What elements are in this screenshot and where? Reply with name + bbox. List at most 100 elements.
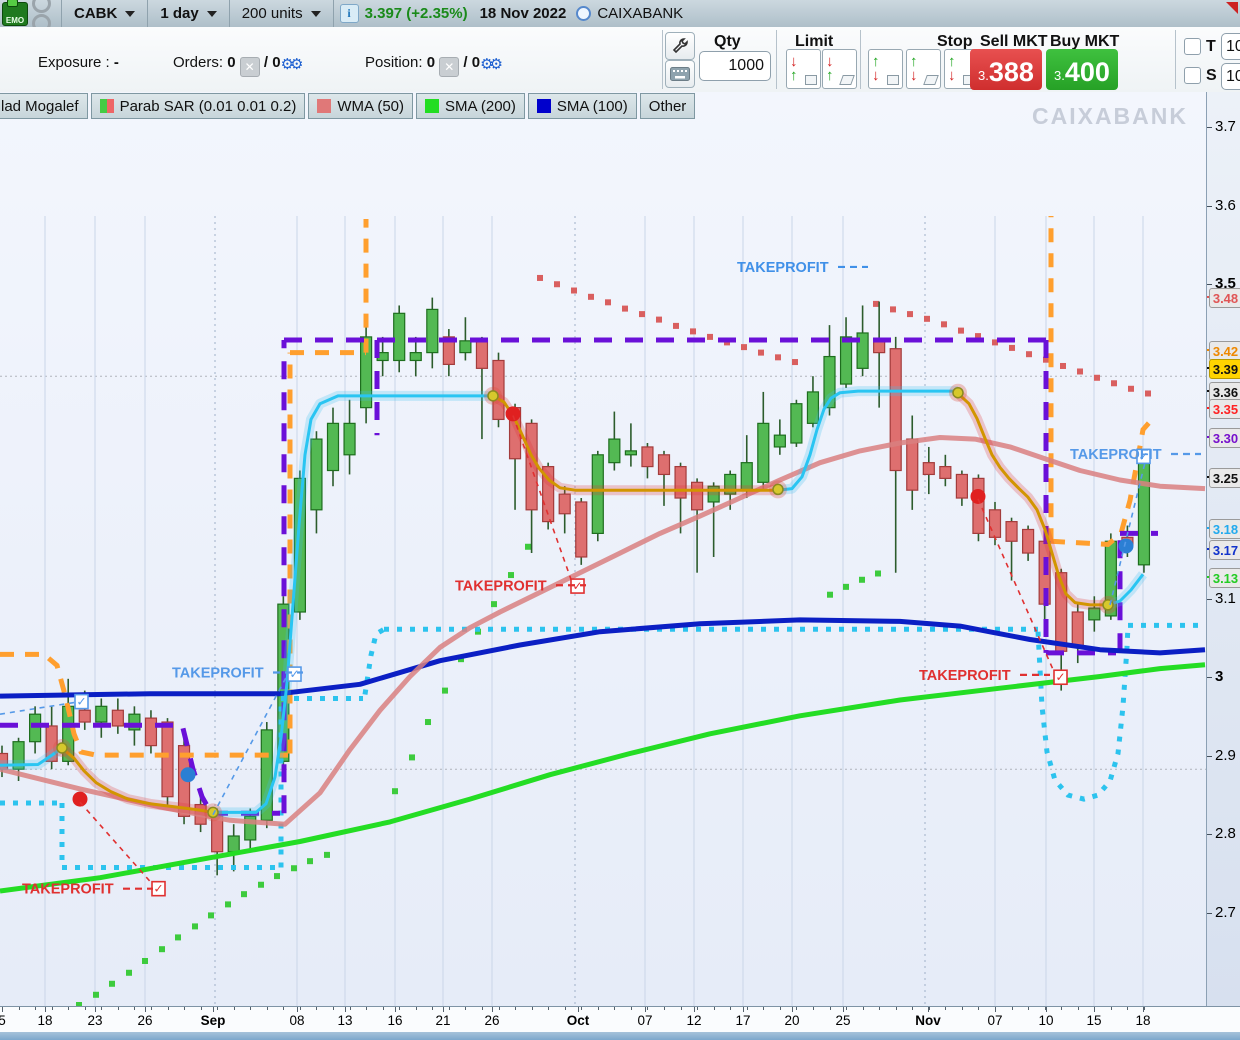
- indicator-value-tag: 3.42: [1209, 341, 1240, 361]
- date-minor-tick: [84, 1007, 86, 1010]
- date-minor-tick: [614, 1007, 616, 1010]
- price-tick: [1207, 677, 1212, 679]
- position-settings-icon[interactable]: ⚙⚙: [480, 56, 503, 73]
- date-label: 18: [1135, 1013, 1151, 1028]
- date-label: 26: [137, 1013, 153, 1028]
- timeframe-dropdown[interactable]: 1 day: [154, 5, 222, 22]
- date-axis[interactable]: 5 18 23 26 Sep 08 13 16 21 26 Oct 07 12 17 20 25 Nov 07 10…: [0, 1006, 1240, 1033]
- detach-icon[interactable]: [1226, 2, 1238, 14]
- takeprofit-label: TAKEPROFIT: [737, 260, 829, 276]
- t-input[interactable]: 10: [1221, 33, 1240, 60]
- date-minor-tick: [283, 1007, 285, 1010]
- date-minor-tick: [829, 1007, 831, 1010]
- manual-order-button[interactable]: [665, 60, 695, 88]
- orders-settings-icon[interactable]: ⚙⚙: [281, 56, 304, 73]
- date-minor-tick: [1127, 1007, 1129, 1010]
- price-tick: [1207, 284, 1212, 286]
- date-minor-tick: [399, 1007, 401, 1010]
- date-minor-tick: [415, 1007, 417, 1010]
- stoploss-checkbox[interactable]: [1184, 67, 1201, 84]
- order-settings-button[interactable]: [665, 32, 695, 60]
- date-label: 17: [735, 1013, 751, 1028]
- date-minor-tick: [862, 1007, 864, 1010]
- price-tick-label: 3.6: [1215, 196, 1236, 214]
- watermark: CAIXABANK: [1032, 103, 1188, 129]
- indicator-value-tag: 3.30: [1209, 428, 1240, 448]
- sell-mkt-button[interactable]: 3. 388: [970, 49, 1042, 90]
- date-minor-tick: [366, 1007, 368, 1010]
- legend-sma100[interactable]: SMA (100): [527, 93, 637, 119]
- indicator-legend: lad Mogalef Parab SAR (0.01 0.01 0.2) WM…: [0, 93, 696, 119]
- price-tick: [1207, 913, 1212, 914]
- date-minor-tick: [680, 1007, 682, 1010]
- date-tick: [792, 1007, 793, 1012]
- legend-tab-mogalef[interactable]: lad Mogalef: [0, 93, 88, 119]
- takeprofit-label: TAKEPROFIT: [22, 882, 114, 898]
- date-minor-tick: [895, 1007, 897, 1010]
- legend-parab-sar[interactable]: Parab SAR (0.01 0.01 0.2): [90, 93, 306, 119]
- date-minor-tick: [51, 1007, 53, 1010]
- info-icon[interactable]: i: [339, 4, 359, 23]
- price-tick-label: 3: [1215, 668, 1224, 686]
- date-minor-tick: [1077, 1007, 1079, 1010]
- t-label: T: [1206, 38, 1216, 55]
- date-minor-tick: [498, 1007, 500, 1010]
- date-minor-tick: [581, 1007, 583, 1010]
- window-bottom-strip: [0, 1032, 1240, 1040]
- chevron-down-icon: [206, 10, 217, 17]
- date-minor-tick: [68, 1007, 70, 1010]
- legend-wma50[interactable]: WMA (50): [308, 93, 414, 119]
- date-tick: [995, 1007, 996, 1012]
- date-minor-tick: [763, 1007, 765, 1010]
- date-tick: [645, 1007, 646, 1012]
- takeprofit-label: TAKEPROFIT: [455, 578, 547, 594]
- date-minor-tick: [912, 1007, 914, 1010]
- cancel-orders-icon[interactable]: ✕: [239, 57, 260, 77]
- date-minor-tick: [978, 1007, 980, 1010]
- date-minor-tick: [349, 1007, 351, 1010]
- date-minor-tick: [945, 1007, 947, 1010]
- date-label: 10: [1038, 1013, 1054, 1028]
- date-label: 18: [37, 1013, 53, 1028]
- stop-order-icon-1[interactable]: ↑ ↓: [868, 49, 903, 89]
- close-position-icon[interactable]: ✕: [439, 57, 460, 77]
- parabolic-sar-dots: [27, 274, 1151, 1036]
- indicator-value-tag: 3.25: [1209, 468, 1240, 488]
- price-chart[interactable]: ✓✓TAKEPROFIT✓TAKEPROFIT✓TAKEPROFIT✓TAKEP…: [0, 216, 1206, 1040]
- date-minor-tick: [200, 1007, 202, 1010]
- chart-area[interactable]: ✓ ✓ TAKEPROFIT ✓ TAKEPROFIT ✓ TAKEPROFIT ✓ TAKEP…: [0, 92, 1206, 1040]
- date-tick: [2, 1007, 3, 1012]
- legend-other[interactable]: Other: [639, 93, 696, 119]
- date-tick: [95, 1007, 96, 1012]
- date-tick: [928, 1007, 929, 1012]
- date-minor-tick: [1143, 1007, 1145, 1010]
- date-minor-tick: [266, 1007, 268, 1010]
- chevron-down-icon: [310, 10, 321, 17]
- date-tick: [694, 1007, 695, 1012]
- units-dropdown[interactable]: 200 units: [236, 5, 327, 22]
- buy-mkt-button[interactable]: 3. 400: [1046, 49, 1118, 90]
- legend-sma200[interactable]: SMA (200): [416, 93, 525, 119]
- date-label: Oct: [566, 1013, 590, 1028]
- demo-mode-icon[interactable]: EMO: [2, 0, 28, 26]
- date-minor-tick: [796, 1007, 798, 1010]
- price-tick: [1207, 205, 1212, 207]
- qty-input[interactable]: 1000: [699, 51, 771, 81]
- date-minor-tick: [630, 1007, 632, 1010]
- price-tick: [1207, 755, 1212, 757]
- limit-order-icon-2[interactable]: ↓ ↑: [822, 49, 857, 89]
- svg-text:✓: ✓: [153, 882, 163, 896]
- instrument-name: CAIXABANK: [597, 5, 684, 22]
- trading-platform-window: EMO CABK 1 day 200 units i 3.397 (+2.35%…: [0, 0, 1240, 1040]
- date-tick: [395, 1007, 396, 1012]
- s-input[interactable]: 10: [1221, 63, 1240, 90]
- symbol-dropdown[interactable]: CABK: [68, 5, 141, 22]
- keyboard-icon: [670, 67, 690, 81]
- stop-order-icon-2[interactable]: ↑ ↓: [906, 49, 941, 89]
- limit-order-icon-1[interactable]: ↓ ↑: [786, 49, 821, 89]
- price-axis[interactable]: 3.7 3.6 3.5 3.1 3 2.9 2.8 2.7 3.48 3.42 3.39 3.36 3.…: [1206, 92, 1240, 1006]
- date-label: 26: [484, 1013, 500, 1028]
- date-minor-tick: [879, 1007, 881, 1010]
- takeprofit-checkbox[interactable]: [1184, 38, 1201, 55]
- date-minor-tick: [1028, 1007, 1030, 1010]
